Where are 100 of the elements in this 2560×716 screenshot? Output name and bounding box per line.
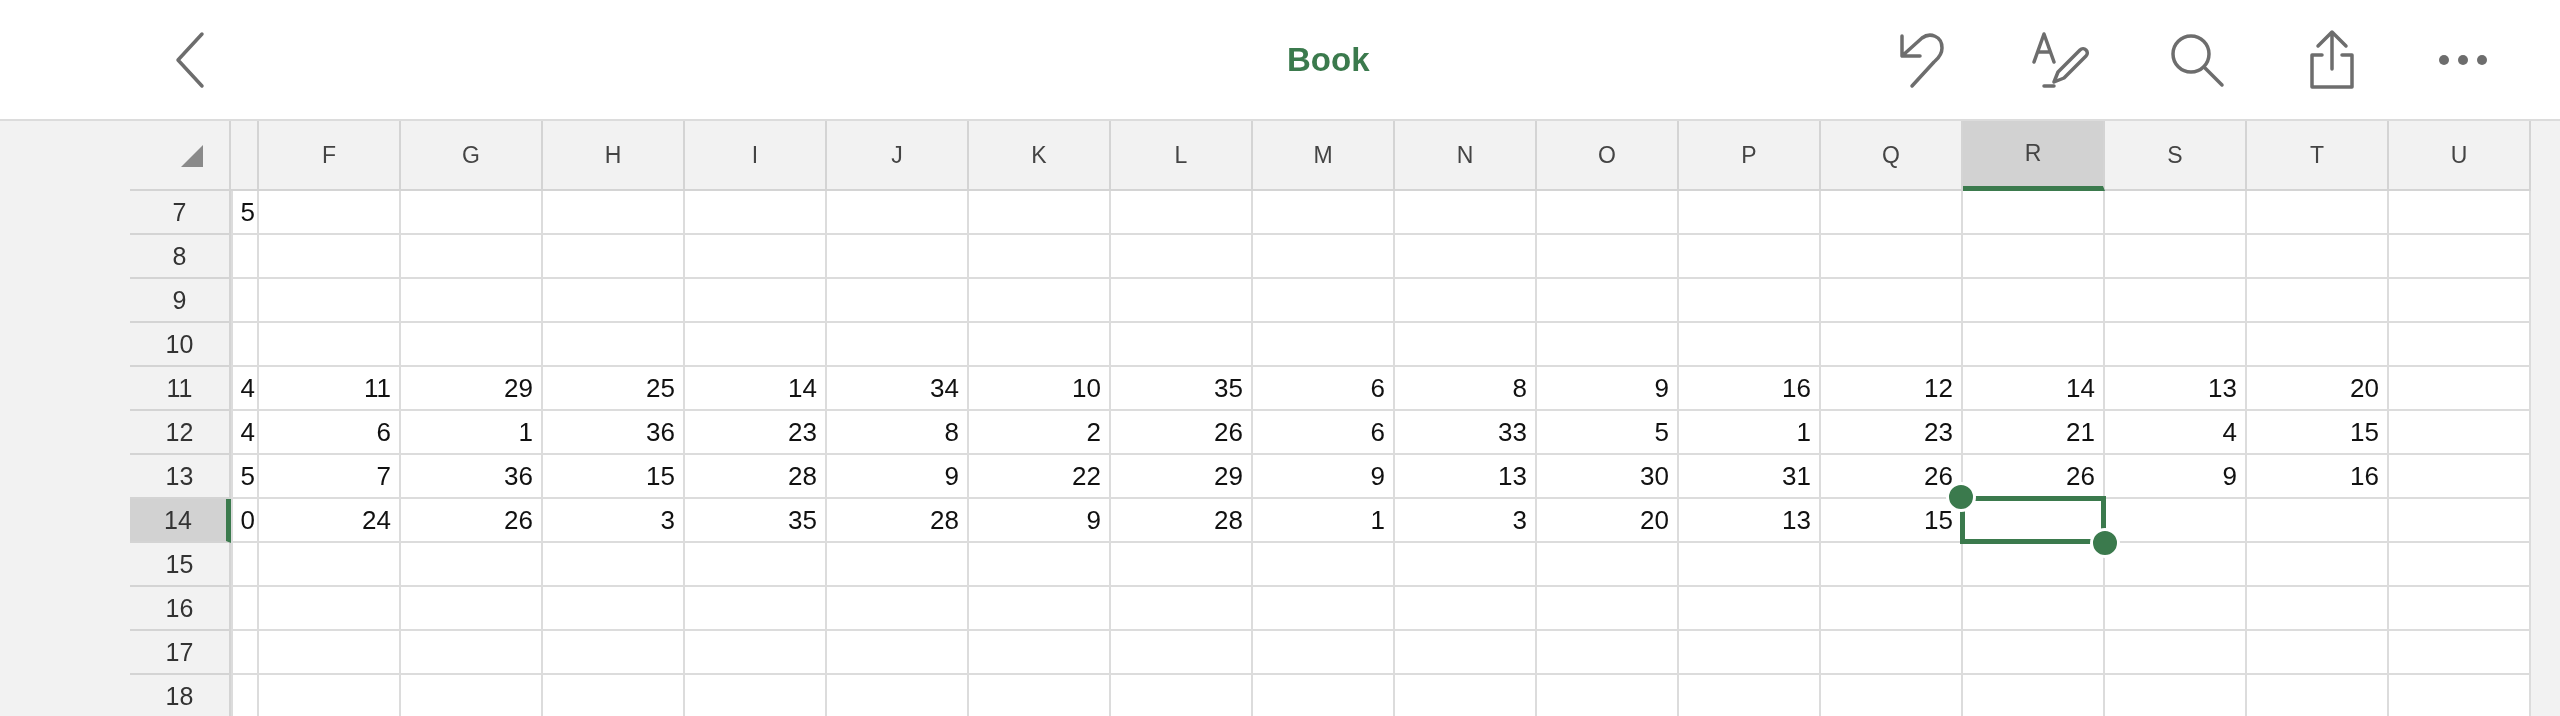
table-cell[interactable]: 9 xyxy=(969,499,1111,543)
table-cell[interactable] xyxy=(969,631,1111,675)
table-cell[interactable] xyxy=(1679,235,1821,279)
table-cell[interactable]: 1 xyxy=(401,411,543,455)
table-cell[interactable] xyxy=(685,543,827,587)
table-cell[interactable] xyxy=(259,235,401,279)
table-cell[interactable] xyxy=(2247,235,2389,279)
table-cell[interactable] xyxy=(543,543,685,587)
table-cell[interactable]: 2 xyxy=(969,411,1111,455)
table-cell[interactable]: 31 xyxy=(1679,455,1821,499)
table-cell[interactable] xyxy=(1253,587,1395,631)
table-cell[interactable] xyxy=(2389,455,2531,499)
table-cell[interactable] xyxy=(685,191,827,235)
table-cell[interactable]: 12 xyxy=(1821,367,1963,411)
table-cell[interactable] xyxy=(2105,587,2247,631)
table-cell[interactable]: 35 xyxy=(685,499,827,543)
table-cell[interactable] xyxy=(1821,587,1963,631)
table-cell[interactable] xyxy=(1537,543,1679,587)
table-cell[interactable] xyxy=(1537,279,1679,323)
table-cell[interactable] xyxy=(1395,543,1537,587)
column-header[interactable]: Q xyxy=(1821,121,1963,191)
table-cell[interactable]: 35 xyxy=(1111,367,1253,411)
table-cell[interactable] xyxy=(543,631,685,675)
table-cell[interactable]: 28 xyxy=(1111,499,1253,543)
table-cell[interactable]: 23 xyxy=(685,411,827,455)
column-header[interactable]: H xyxy=(543,121,685,191)
table-cell[interactable] xyxy=(1821,279,1963,323)
table-cell[interactable]: 24 xyxy=(259,499,401,543)
table-cell[interactable] xyxy=(401,323,543,367)
table-cell[interactable] xyxy=(1537,631,1679,675)
table-cell[interactable] xyxy=(827,587,969,631)
table-cell[interactable] xyxy=(543,191,685,235)
table-cell[interactable] xyxy=(543,587,685,631)
row-header[interactable]: 10 xyxy=(130,323,231,367)
table-cell[interactable] xyxy=(2247,191,2389,235)
table-cell[interactable]: 26 xyxy=(401,499,543,543)
table-cell[interactable] xyxy=(827,631,969,675)
table-cell[interactable] xyxy=(685,587,827,631)
table-cell[interactable] xyxy=(827,191,969,235)
table-cell[interactable] xyxy=(259,587,401,631)
table-cell[interactable] xyxy=(1395,235,1537,279)
column-header[interactable]: K xyxy=(969,121,1111,191)
table-cell[interactable] xyxy=(1111,323,1253,367)
table-cell[interactable] xyxy=(969,587,1111,631)
table-cell[interactable]: 14 xyxy=(1963,367,2105,411)
table-cell[interactable] xyxy=(685,279,827,323)
column-header[interactable] xyxy=(231,121,259,191)
table-cell[interactable] xyxy=(1253,543,1395,587)
table-cell[interactable]: 16 xyxy=(1679,367,1821,411)
table-cell[interactable] xyxy=(827,323,969,367)
table-cell[interactable] xyxy=(1679,587,1821,631)
table-cell[interactable] xyxy=(2247,587,2389,631)
table-cell[interactable] xyxy=(2389,543,2531,587)
column-header[interactable]: J xyxy=(827,121,969,191)
table-cell[interactable]: 9 xyxy=(1537,367,1679,411)
table-cell[interactable] xyxy=(1679,279,1821,323)
table-cell[interactable]: 14 xyxy=(685,367,827,411)
table-cell[interactable] xyxy=(1111,191,1253,235)
table-cell[interactable] xyxy=(1253,279,1395,323)
table-cell[interactable] xyxy=(2105,631,2247,675)
table-cell[interactable] xyxy=(969,543,1111,587)
table-cell[interactable] xyxy=(1679,631,1821,675)
table-cell[interactable] xyxy=(1253,191,1395,235)
row-header[interactable]: 18 xyxy=(130,675,231,716)
table-cell[interactable] xyxy=(1253,631,1395,675)
table-cell[interactable] xyxy=(2389,499,2531,543)
row-header[interactable]: 13 xyxy=(130,455,231,499)
table-cell[interactable] xyxy=(1111,279,1253,323)
column-header[interactable]: S xyxy=(2105,121,2247,191)
table-cell[interactable]: 8 xyxy=(1395,367,1537,411)
table-cell[interactable]: 8 xyxy=(827,411,969,455)
table-cell[interactable]: 36 xyxy=(401,455,543,499)
table-cell[interactable]: 5 xyxy=(1537,411,1679,455)
table-cell[interactable]: 15 xyxy=(2247,411,2389,455)
table-cell[interactable]: 13 xyxy=(1679,499,1821,543)
table-cell[interactable] xyxy=(1537,323,1679,367)
table-cell[interactable] xyxy=(1395,631,1537,675)
table-cell[interactable] xyxy=(2247,323,2389,367)
table-cell[interactable]: 29 xyxy=(401,367,543,411)
table-cell[interactable] xyxy=(2105,191,2247,235)
table-cell[interactable]: 4 xyxy=(2105,411,2247,455)
table-cell[interactable] xyxy=(401,587,543,631)
table-cell[interactable] xyxy=(2247,543,2389,587)
table-cell[interactable] xyxy=(1111,631,1253,675)
table-cell[interactable]: 30 xyxy=(1537,455,1679,499)
table-cell[interactable] xyxy=(231,235,259,279)
table-cell[interactable]: 9 xyxy=(2105,455,2247,499)
table-cell[interactable] xyxy=(2105,543,2247,587)
table-cell[interactable]: 33 xyxy=(1395,411,1537,455)
table-cell[interactable]: 16 xyxy=(2247,455,2389,499)
table-cell[interactable]: 1 xyxy=(1679,411,1821,455)
table-cell[interactable]: 26 xyxy=(1111,411,1253,455)
column-header[interactable]: G xyxy=(401,121,543,191)
table-cell[interactable]: 3 xyxy=(1395,499,1537,543)
table-cell[interactable]: 20 xyxy=(2247,367,2389,411)
row-header[interactable]: 8 xyxy=(130,235,231,279)
table-cell[interactable]: 13 xyxy=(2105,367,2247,411)
table-cell[interactable]: 9 xyxy=(1253,455,1395,499)
table-cell[interactable] xyxy=(1821,191,1963,235)
draw-icon[interactable] xyxy=(2030,29,2090,90)
